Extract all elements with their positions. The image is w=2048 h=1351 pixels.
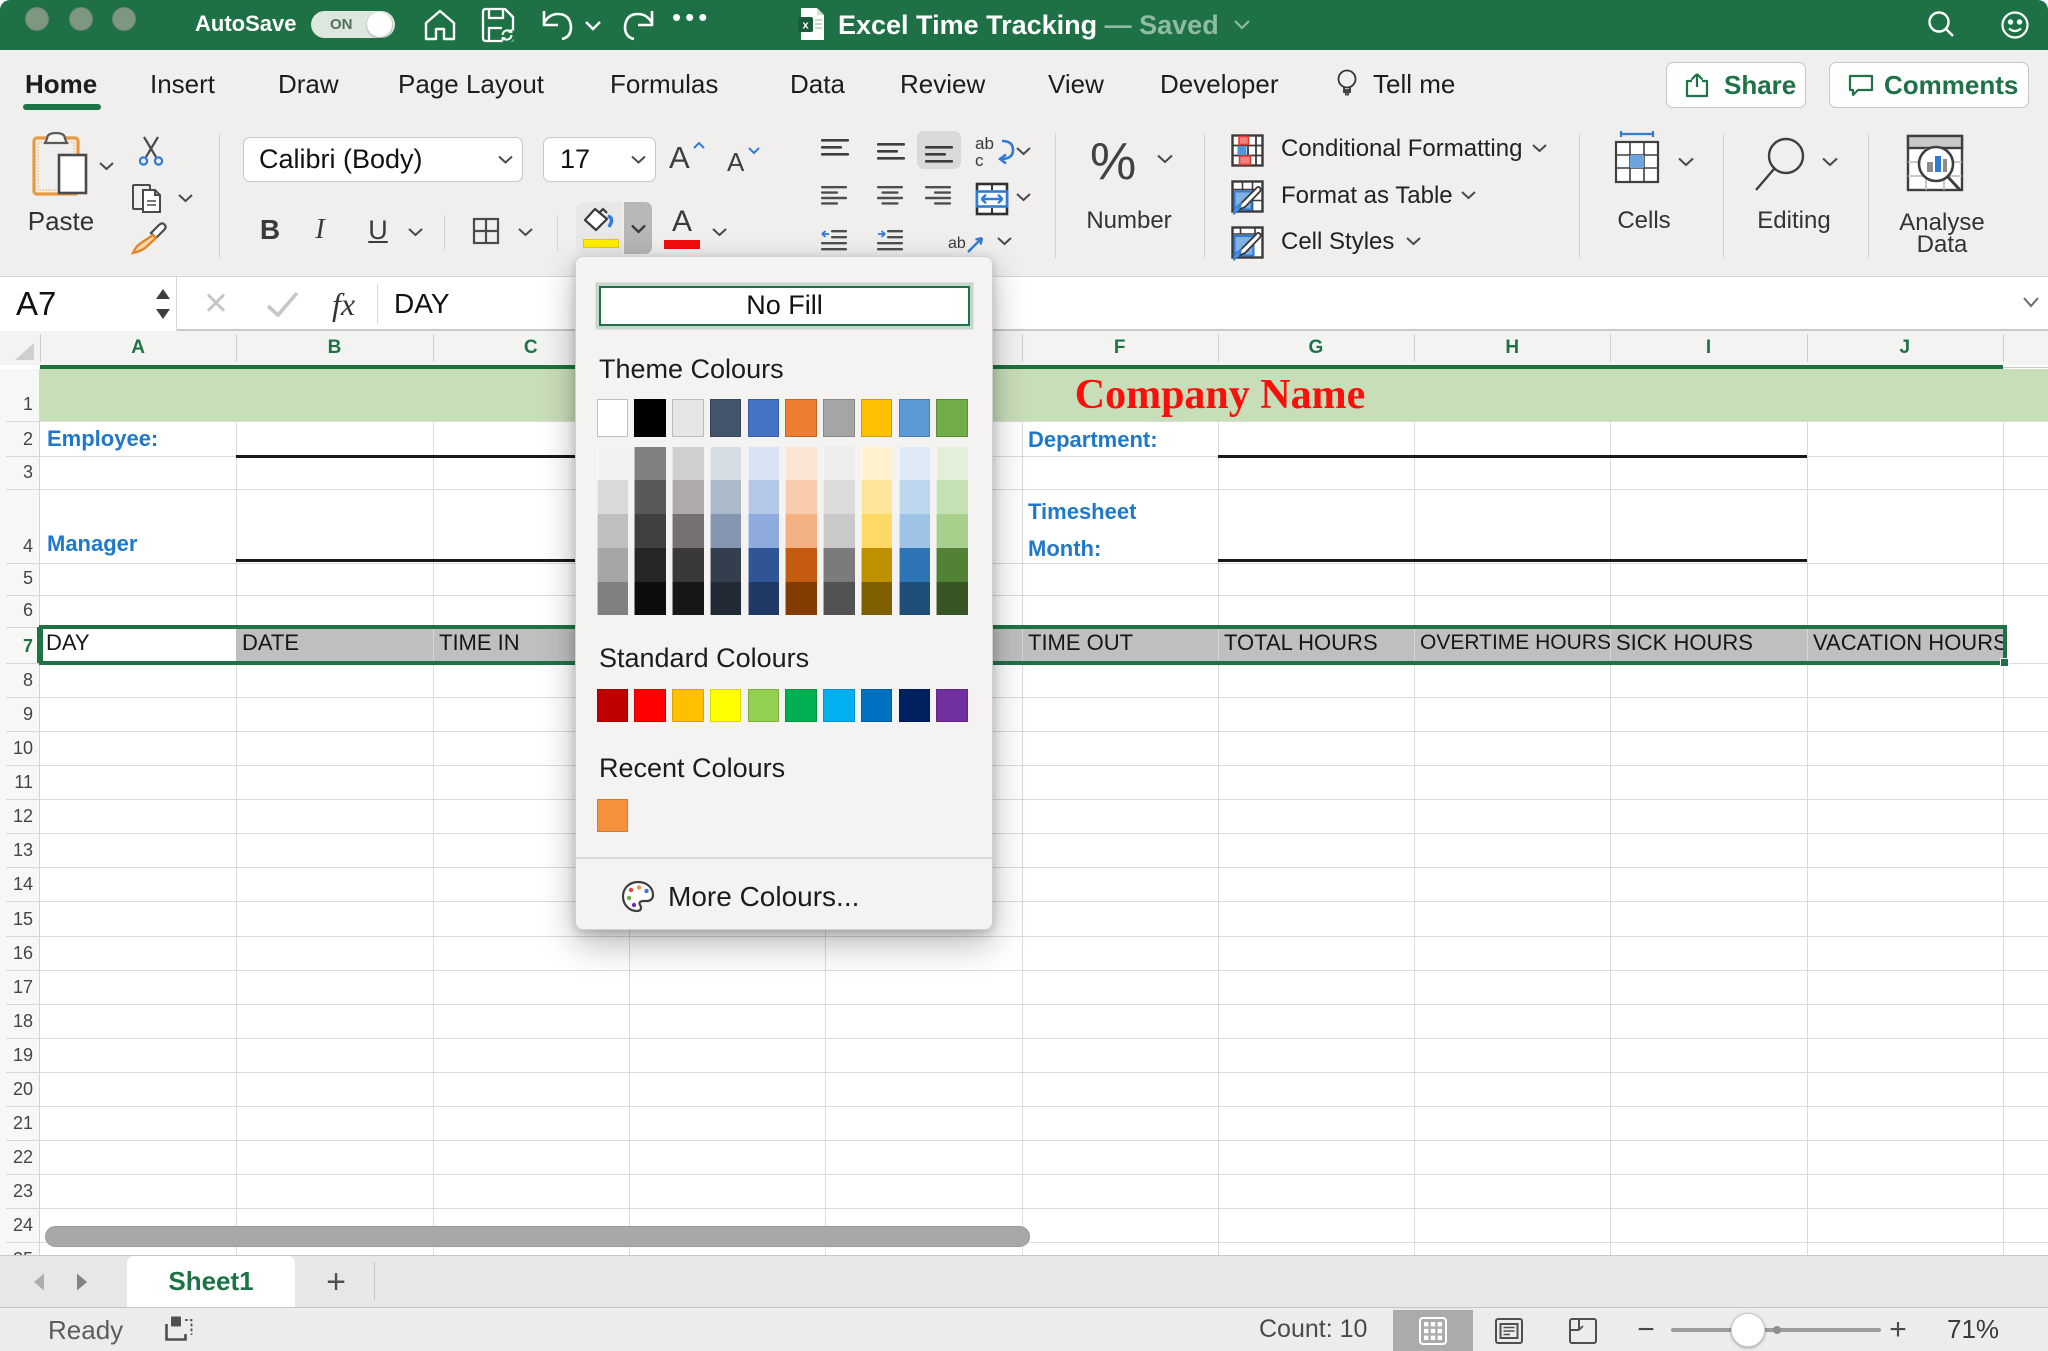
- svg-text:c: c: [975, 151, 984, 168]
- svg-text:x: x: [802, 20, 809, 32]
- svg-text:ab: ab: [948, 235, 966, 252]
